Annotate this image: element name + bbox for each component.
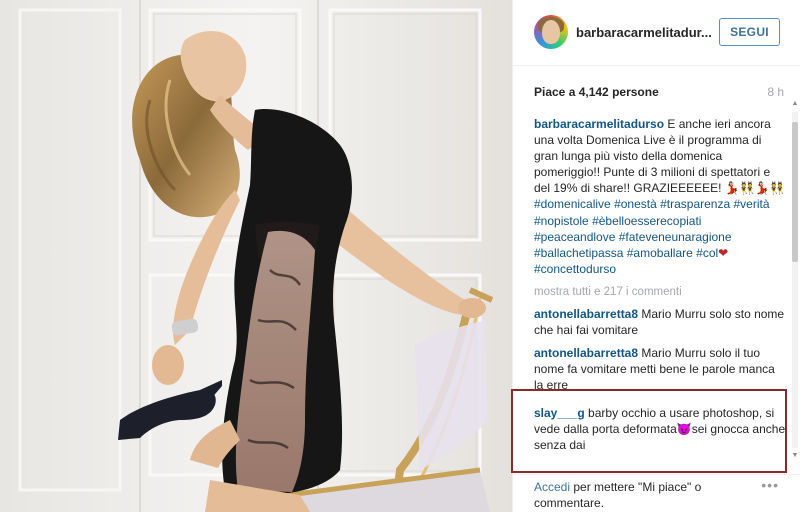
heart-emoji-icon: ❤: [718, 245, 729, 260]
hashtag[interactable]: #amoballare: [627, 246, 693, 260]
likes-count[interactable]: Piace a 4,142 persone: [534, 85, 659, 99]
scroll-down-icon[interactable]: ▼: [791, 452, 799, 460]
hashtag[interactable]: #onestà: [614, 197, 657, 211]
hashtag[interactable]: #ballachetipassa: [534, 246, 623, 260]
comment-item: antonellabarretta8 Mario Murru solo il t…: [534, 345, 786, 393]
caption-username[interactable]: barbaracarmelitadurso: [534, 117, 664, 131]
hashtag[interactable]: #concettodurso: [534, 262, 616, 276]
scroll-up-icon[interactable]: ▲: [791, 100, 799, 108]
hashtag[interactable]: #peaceandlove: [534, 230, 615, 244]
post-header: barbaracarmelitadur... SEGUI: [513, 0, 800, 66]
hashtag[interactable]: #nopistole: [534, 214, 589, 228]
post-footer: Accedi per mettere "Mi piace" o commenta…: [513, 474, 800, 512]
comment-username[interactable]: antonellabarretta8: [534, 346, 638, 360]
avatar[interactable]: [534, 15, 568, 49]
comment-item: antonellabarretta8 Mario Murru solo sto …: [534, 306, 786, 338]
post-photo[interactable]: [0, 0, 512, 512]
hashtag[interactable]: #èbelloesserecopiati: [592, 214, 701, 228]
hashtag[interactable]: #trasparenza: [660, 197, 730, 211]
post-caption: barbaracarmelitadurso E anche ieri ancor…: [534, 116, 786, 277]
show-all-comments-link[interactable]: mostra tutti e 217 i commenti: [534, 286, 786, 298]
likes-row: Piace a 4,142 persone 8 h: [534, 85, 784, 101]
photo-illustration: [0, 0, 512, 512]
hashtag[interactable]: #fateveneunaragione: [619, 230, 732, 244]
avatar-face: [542, 20, 560, 44]
scroll-track[interactable]: [792, 112, 798, 448]
header-username[interactable]: barbaracarmelitadur...: [576, 25, 712, 40]
scroll-thumb[interactable]: [792, 122, 798, 262]
more-options-icon[interactable]: •••: [761, 477, 779, 493]
hashtag[interactable]: #col: [696, 246, 718, 260]
highlight-annotation-box: [511, 389, 787, 473]
hashtag[interactable]: #verità: [734, 197, 770, 211]
post-time[interactable]: 8 h: [767, 85, 784, 99]
hashtag[interactable]: #domenicalive: [534, 197, 611, 211]
comment-username[interactable]: antonellabarretta8: [534, 307, 638, 321]
login-link[interactable]: Accedi: [534, 480, 570, 494]
login-prompt: Accedi per mettere "Mi piace" o commenta…: [534, 479, 744, 511]
follow-button[interactable]: SEGUI: [719, 18, 780, 46]
comments-scrollbar[interactable]: ▲ ▼: [791, 100, 799, 460]
